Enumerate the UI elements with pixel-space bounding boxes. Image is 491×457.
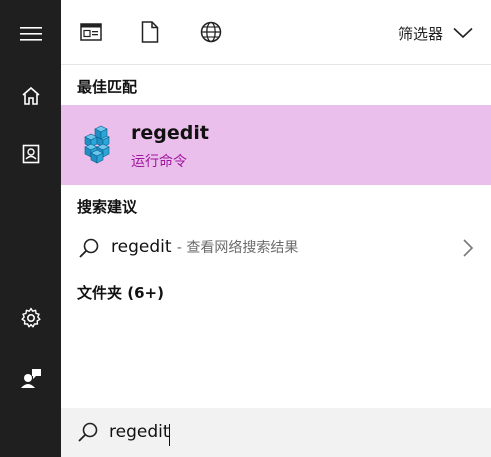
search-input[interactable] [109,417,469,447]
notebook-button[interactable] [0,130,61,178]
globe-icon [200,21,222,43]
web-filter-button[interactable] [197,18,225,46]
settings-button[interactable] [0,294,61,342]
feedback-button[interactable] [0,354,61,402]
suggestions-heading: 搜索建议 [77,198,138,216]
notebook-icon [22,144,39,164]
text-caret [169,424,170,446]
home-button[interactable] [0,72,61,120]
left-rail [0,0,61,457]
home-icon [21,86,40,105]
web-suggestion-row[interactable]: regedit - 查看网络搜索结果 [61,226,491,270]
filter-label: 筛选器 [397,24,443,43]
chevron-down-icon [453,27,473,39]
gear-icon [20,307,41,328]
filter-dropdown[interactable]: 筛选器 [398,20,473,46]
feedback-person-icon [20,369,41,388]
suggestion-query: regedit [111,237,172,257]
search-bar [61,408,491,457]
documents-filter-button[interactable] [136,18,164,46]
chevron-right-icon[interactable] [461,238,475,258]
apps-icon [80,23,102,41]
regedit-app-icon [84,125,110,164]
start-search-window: 筛选器 最佳匹配 regedit 运行命令 搜索建议 regedit - 查看网… [0,0,491,457]
apps-filter-button[interactable] [77,18,105,46]
suggestion-text: regedit - 查看网络搜索结果 [111,237,298,257]
best-match-subtitle: 运行命令 [131,154,187,170]
results-panel: 筛选器 最佳匹配 regedit 运行命令 搜索建议 regedit - 查看网… [61,0,491,457]
best-match-heading: 最佳匹配 [77,78,138,96]
search-icon [78,422,98,442]
hamburger-menu-button[interactable] [0,10,61,58]
toolbar: 筛选器 [61,0,491,65]
best-match-name: regedit [131,122,209,144]
hamburger-icon [19,27,42,41]
best-match-result[interactable]: regedit 运行命令 [61,105,491,185]
suggestion-hint: - 查看网络搜索结果 [176,240,299,256]
search-icon [79,238,99,258]
folders-heading[interactable]: 文件夹 (6+) [77,282,164,303]
document-icon [141,21,159,43]
